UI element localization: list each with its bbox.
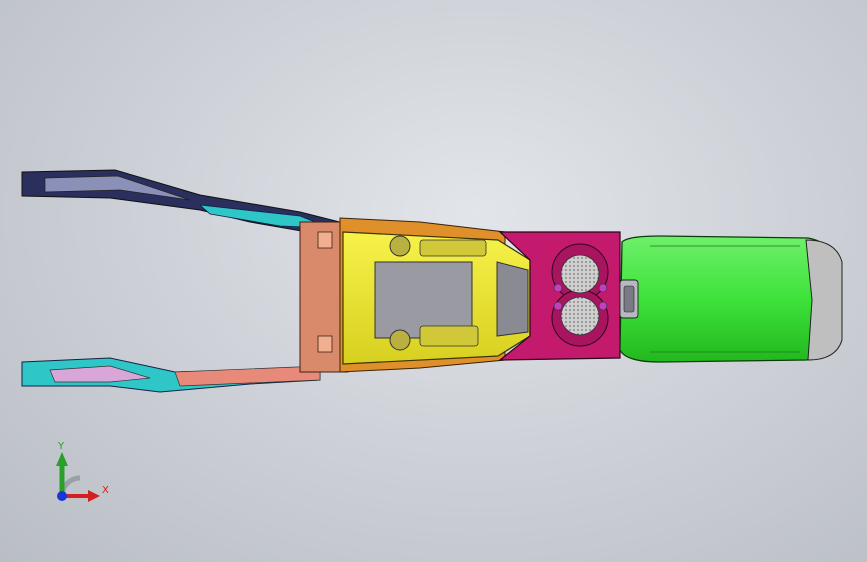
x-axis-label: X	[102, 485, 109, 496]
axis-triad	[56, 452, 100, 502]
armrest-lid[interactable]	[619, 235, 837, 363]
z-axis-dot	[57, 491, 67, 501]
x-axis-arrowhead	[88, 490, 100, 502]
console-assembly-model[interactable]	[0, 0, 867, 562]
graphics-viewport[interactable]: Y X	[0, 0, 867, 562]
lower-front-rail[interactable]	[21, 357, 321, 393]
y-axis-label: Y	[58, 441, 65, 452]
y-axis-arrowhead	[56, 452, 68, 466]
upper-front-rail[interactable]	[21, 169, 341, 237]
shifter-bezel[interactable]	[342, 231, 531, 365]
